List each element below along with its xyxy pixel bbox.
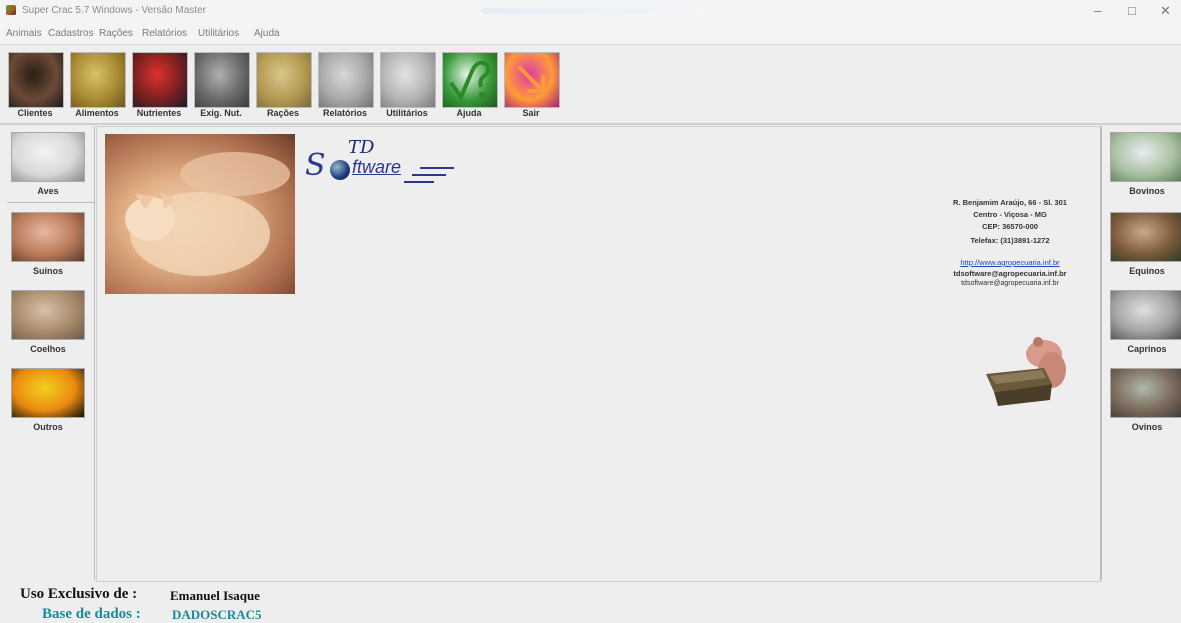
grain-photo-icon (70, 52, 126, 108)
logo-speed-line (404, 181, 434, 183)
menu-ajuda[interactable]: Ajuda (254, 28, 280, 39)
menu-utilitarios[interactable]: Utilitários (198, 28, 239, 39)
toolbar: Clientes Alimentos Nutrientes Exig. Nut.… (0, 45, 1181, 125)
toucan-photo-icon (11, 368, 85, 418)
menu-bar: Animais Cadastros Rações Relatórios Util… (0, 22, 1181, 45)
question-mark-glyph (449, 60, 491, 102)
animal-aves-button[interactable]: Aves (11, 126, 85, 198)
goat-photo-icon (1110, 290, 1181, 340)
maximize-button[interactable]: □ (1128, 4, 1136, 18)
logo-speed-line (412, 174, 446, 176)
exclusive-use-value: Emanuel Isaque (170, 588, 260, 603)
title-bar: Super Crac 5.7 Windows - Versão Master –… (0, 0, 1181, 22)
toolbar-nutrientes-button[interactable]: Nutrientes (130, 52, 188, 118)
animal-suinos-button[interactable]: Suínos (11, 206, 85, 278)
database-value: DADOSCRAC5 (172, 607, 262, 622)
animal-coelhos-label: Coelhos (30, 344, 66, 354)
menu-cadastros[interactable]: Cadastros (48, 28, 94, 39)
animal-bovinos-label: Bovinos (1129, 186, 1165, 196)
feed-bag-photo-icon (256, 52, 312, 108)
contact-email-2: tdsoftware@agropecuaria.inf.br (961, 280, 1059, 287)
globe-icon (330, 160, 350, 180)
question-mark-icon (442, 52, 498, 108)
minimize-button[interactable]: – (1094, 4, 1101, 18)
animal-outros-label: Outros (33, 422, 63, 432)
businessman-photo-icon (8, 52, 64, 108)
app-icon (6, 5, 16, 15)
flask-photo-icon (132, 52, 188, 108)
animal-equinos-label: Equinos (1129, 266, 1165, 276)
address-cep: CEP: 36570-000 (982, 222, 1038, 231)
rabbit-photo-icon (11, 290, 85, 340)
toolbar-utilitarios-button[interactable]: Utilitários (378, 52, 436, 118)
address-telefax: Telefax: (31)3891-1272 (970, 236, 1050, 245)
menu-relatorios[interactable]: Relatórios (142, 28, 187, 39)
pigs-photo-icon (11, 212, 85, 262)
sheep-photo-icon (1110, 368, 1181, 418)
toolbar-ajuda-button[interactable]: Ajuda (440, 52, 498, 118)
pig-illustration (125, 152, 290, 276)
title-progress-bar (482, 8, 708, 14)
contact-email-1: tdsoftware@agropecuaria.inf.br (953, 269, 1067, 278)
right-animal-panel: Bovinos Equinos Caprinos Ovinos (1101, 126, 1181, 580)
aves-divider (7, 202, 94, 203)
toolbar-racoes-button[interactable]: Rações (254, 52, 312, 118)
horse-photo-icon (1110, 212, 1181, 262)
website-link[interactable]: http://www.agropecuaria.inf.br (920, 258, 1100, 267)
left-animal-panel: Aves Suínos Coelhos Outros (7, 126, 95, 580)
menu-animais[interactable]: Animais (6, 28, 42, 39)
toolbar-sair-button[interactable]: Sair (502, 52, 560, 118)
animal-outros-button[interactable]: Outros (11, 362, 85, 434)
address-line-1: R. Benjamim Araújo, 66 - Sl. 301 (953, 198, 1067, 207)
mouse-icon (380, 52, 436, 108)
menu-racoes[interactable]: Rações (99, 28, 133, 39)
animal-photo-icon (194, 52, 250, 108)
exit-arrow-icon (504, 52, 560, 108)
animal-coelhos-button[interactable]: Coelhos (11, 284, 85, 356)
address-line-2: Centro - Viçosa - MG (973, 210, 1047, 219)
toolbar-exig-nut-button[interactable]: Exig. Nut. (192, 52, 250, 118)
pig-feeder-icon (986, 337, 1066, 406)
toolbar-clientes-button[interactable]: Clientes (6, 52, 64, 118)
animal-ovinos-button[interactable]: Ovinos (1110, 362, 1181, 434)
toolbar-sair-label: Sair (522, 108, 540, 118)
exit-arrow-glyph (517, 65, 545, 93)
animal-ovinos-label: Ovinos (1131, 422, 1163, 432)
logo-td-text: TD (348, 137, 375, 158)
animal-equinos-button[interactable]: Equinos (1110, 206, 1181, 278)
logo-speed-line (420, 167, 454, 169)
window-title: Super Crac 5.7 Windows - Versão Master (22, 5, 206, 16)
toolbar-alimentos-button[interactable]: Alimentos (68, 52, 126, 118)
logo-ftware-text: ftware (352, 157, 402, 177)
exclusive-use-label: Uso Exclusivo de : (20, 586, 138, 602)
main-content-area (96, 126, 1101, 582)
status-footer: Uso Exclusivo de : Emanuel Isaque Base d… (0, 582, 1181, 622)
toolbar-relatorios-button[interactable]: Relatórios (316, 52, 374, 118)
pigs-hero-image (105, 134, 295, 294)
animal-bovinos-button[interactable]: Bovinos (1110, 126, 1181, 198)
cattle-photo-icon (1110, 132, 1181, 182)
animal-suinos-label: Suínos (32, 266, 63, 276)
chicken-photo-icon (11, 132, 85, 182)
logo-s-text: S (305, 148, 326, 183)
close-button[interactable]: ✕ (1160, 4, 1171, 18)
database-label: Base de dados : (42, 606, 141, 622)
animal-aves-label: Aves (37, 186, 59, 196)
printer-icon (318, 52, 374, 108)
animal-caprinos-button[interactable]: Caprinos (1110, 284, 1181, 356)
animal-caprinos-label: Caprinos (1127, 344, 1167, 354)
